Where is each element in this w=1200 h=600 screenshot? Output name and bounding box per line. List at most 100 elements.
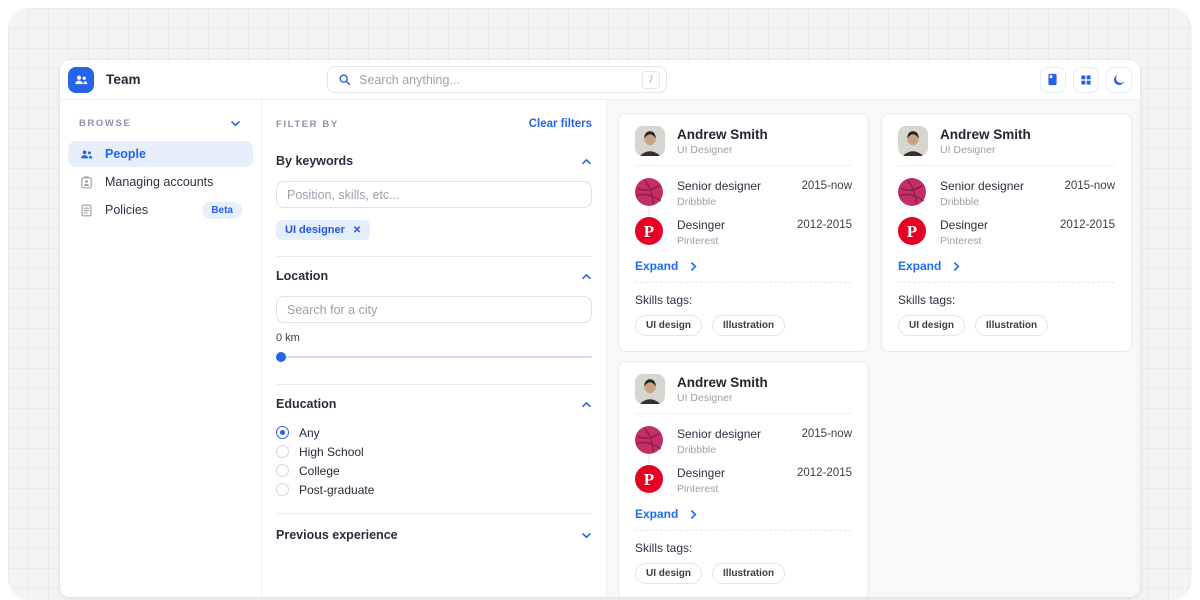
account-card-icon (79, 175, 94, 190)
expand-button[interactable]: Expand (635, 259, 852, 273)
skills-label: Skills tags: (635, 293, 852, 307)
city-input[interactable] (287, 303, 581, 317)
beta-badge: Beta (202, 202, 242, 219)
keyword-tag-label: UI designer (285, 224, 345, 236)
remove-tag-icon[interactable]: ✕ (353, 225, 361, 236)
radio-dot (276, 445, 289, 458)
distance-value: 0 km (276, 332, 592, 344)
pinterest-icon: P (635, 465, 663, 493)
radio-dot (276, 464, 289, 477)
browse-section-header[interactable]: BROWSE (68, 118, 253, 129)
sidebar: BROWSE People (60, 100, 262, 597)
book-icon (1045, 72, 1060, 87)
section-divider (276, 256, 592, 257)
radio-post-graduate[interactable]: Post-graduate (276, 480, 592, 499)
keywords-input-box[interactable] (276, 181, 592, 208)
expand-button[interactable]: Expand (635, 507, 852, 521)
chevron-right-icon (690, 509, 697, 520)
search-shortcut-key: / (642, 71, 660, 89)
skill-tag: Illustration (712, 315, 785, 336)
sidebar-nav: People Managing accounts (68, 141, 253, 223)
sidebar-item-label: Managing accounts (105, 175, 213, 189)
avatar (635, 374, 665, 404)
sidebar-item-label: Policies (105, 203, 148, 217)
slider-thumb[interactable] (276, 352, 286, 362)
education-section-header[interactable]: Education (276, 397, 592, 411)
filter-panel: FILTER BY Clear filters By keywords UI d… (262, 100, 607, 597)
section-divider (276, 513, 592, 514)
card-divider (898, 282, 1115, 283)
experience-period: 2012-2015 (1060, 217, 1115, 231)
person-title: UI Designer (677, 392, 768, 404)
experience-row: P Desinger Pinterest 2012-2015 (898, 217, 1115, 247)
dribbble-icon (635, 426, 663, 454)
city-input-box[interactable] (276, 296, 592, 323)
clear-filters-link[interactable]: Clear filters (529, 118, 592, 130)
sidebar-item-label: People (105, 147, 146, 161)
skill-tag: UI design (635, 315, 702, 336)
sidebar-item-managing-accounts[interactable]: Managing accounts (68, 169, 253, 195)
location-section-header[interactable]: Location (276, 269, 592, 283)
app-title: Team (106, 72, 141, 87)
radio-high-school[interactable]: High School (276, 442, 592, 461)
chevron-up-icon (581, 158, 592, 165)
experience-row: Senior designer Dribbble 2015-now (898, 178, 1115, 208)
person-name: Andrew Smith (940, 127, 1031, 142)
radio-college[interactable]: College (276, 461, 592, 480)
expand-button[interactable]: Expand (898, 259, 1115, 273)
experience-period: 2015-now (1064, 178, 1115, 192)
svg-text:P: P (644, 470, 654, 489)
slider-track[interactable] (276, 356, 592, 358)
card-divider (635, 530, 852, 531)
distance-slider[interactable] (276, 352, 592, 362)
avatar (635, 126, 665, 156)
keyword-tag[interactable]: UI designer ✕ (276, 220, 370, 240)
dribbble-icon (898, 178, 926, 206)
person-title: UI Designer (677, 144, 768, 156)
apps-grid-button[interactable] (1073, 67, 1099, 93)
sidebar-item-policies[interactable]: Policies Beta (68, 197, 253, 223)
keywords-label: By keywords (276, 154, 353, 168)
pinterest-icon: P (635, 217, 663, 245)
radio-dot (276, 426, 289, 439)
search-input[interactable] (359, 73, 642, 87)
card-divider (898, 165, 1115, 166)
keywords-input[interactable] (287, 188, 581, 202)
skills-label: Skills tags: (635, 541, 852, 555)
filter-by-label: FILTER BY (276, 119, 339, 130)
global-search[interactable]: / (327, 66, 667, 93)
person-name: Andrew Smith (677, 375, 768, 390)
person-name: Andrew Smith (677, 127, 768, 142)
sidebar-item-people[interactable]: People (68, 141, 253, 167)
svg-text:P: P (907, 222, 917, 241)
chevron-down-icon (230, 120, 241, 127)
people-icon (73, 72, 89, 88)
previous-experience-section-header[interactable]: Previous experience (276, 528, 592, 542)
document-icon (79, 203, 94, 218)
person-card: Andrew Smith UI Designer Senior designer… (618, 361, 869, 597)
book-button[interactable] (1040, 67, 1066, 93)
moon-icon (1112, 73, 1126, 87)
radio-any[interactable]: Any (276, 423, 592, 442)
header-actions (1040, 67, 1132, 93)
chevron-up-icon (581, 401, 592, 408)
avatar (898, 126, 928, 156)
grid-icon (1079, 73, 1093, 87)
app-logo (68, 67, 94, 93)
dribbble-icon (635, 178, 663, 206)
search-icon (338, 73, 351, 86)
results-grid: Andrew Smith UI Designer Senior designer… (607, 100, 1140, 597)
previous-experience-label: Previous experience (276, 528, 398, 542)
people-icon (79, 147, 94, 162)
dark-mode-button[interactable] (1106, 67, 1132, 93)
pinterest-icon: P (898, 217, 926, 245)
experience-row: P Desinger Pinterest 2012-2015 (635, 217, 852, 247)
radio-dot (276, 483, 289, 496)
location-label: Location (276, 269, 328, 283)
experience-row: P Desinger Pinterest 2012-2015 (635, 465, 852, 495)
card-divider (635, 282, 852, 283)
keywords-section-header[interactable]: By keywords (276, 154, 592, 168)
skills-label: Skills tags: (898, 293, 1115, 307)
skill-tag: Illustration (712, 563, 785, 584)
experience-period: 2015-now (801, 426, 852, 440)
